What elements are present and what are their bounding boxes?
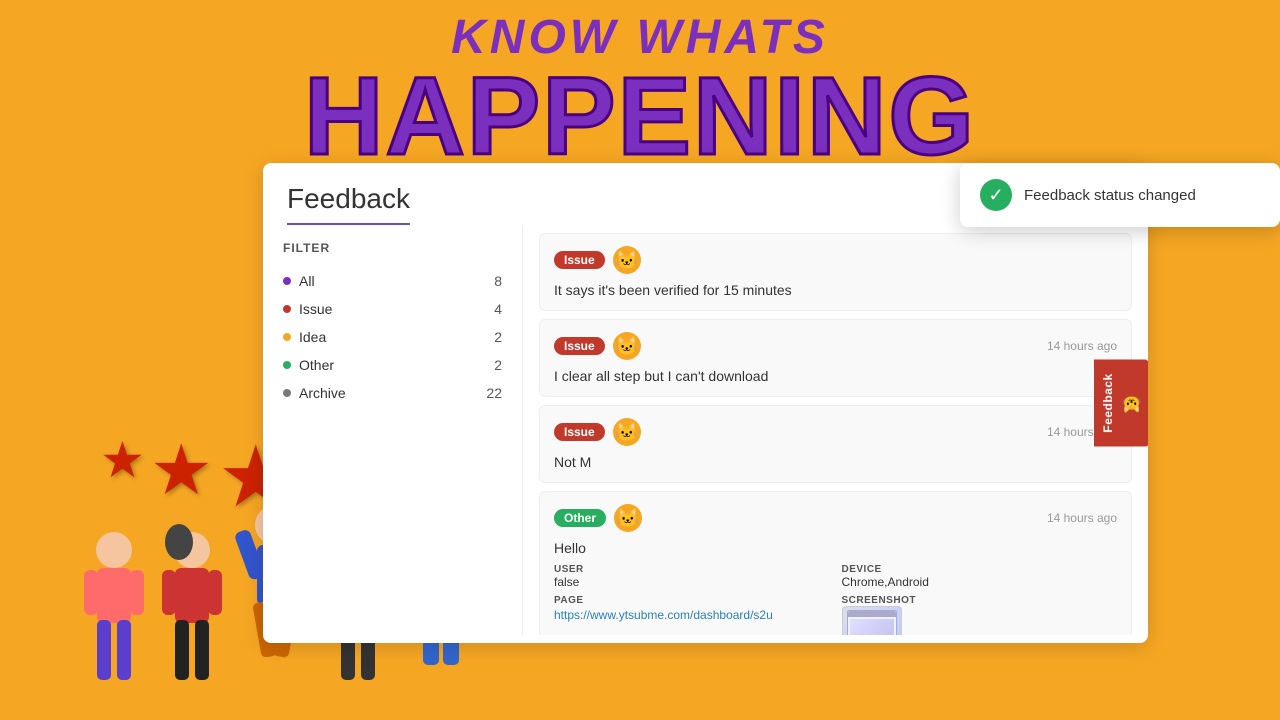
filter-name-archive: Archive bbox=[299, 385, 346, 401]
star-icon-2: ★ bbox=[150, 435, 213, 520]
filter-name-all: All bbox=[299, 273, 315, 289]
toast-notification: ✓ Feedback status changed bbox=[960, 163, 1280, 227]
toast-message: Feedback status changed bbox=[1024, 187, 1196, 204]
avatar-1: 🐱 bbox=[613, 246, 641, 274]
filter-count-archive: 22 bbox=[486, 385, 502, 401]
filter-count-all: 8 bbox=[494, 273, 502, 289]
card-meta-4: USER false DEVICE Chrome,Android PAGE ht… bbox=[554, 564, 1117, 635]
panel-title: Feedback bbox=[287, 183, 410, 219]
hero-line2: HAPPENING bbox=[0, 65, 1280, 170]
user-value: false bbox=[554, 575, 830, 589]
hero-banner: KNOW WHATS HAPPENING bbox=[0, 0, 1280, 170]
screenshot-thumb bbox=[842, 606, 902, 635]
filter-idea[interactable]: Idea 2 bbox=[283, 323, 502, 351]
person-2 bbox=[157, 520, 227, 720]
person-1 bbox=[79, 520, 149, 720]
card-time-2: 14 hours ago bbox=[1047, 339, 1117, 353]
filter-count-idea: 2 bbox=[494, 329, 502, 345]
card-body-2: I clear all step but I can't download bbox=[554, 368, 1117, 384]
filter-dot-archive bbox=[283, 389, 291, 397]
side-tab-icon: 🐱 bbox=[1123, 393, 1142, 413]
tag-other-4: Other bbox=[554, 509, 606, 527]
filter-count-other: 2 bbox=[494, 357, 502, 373]
filter-label: FILTER bbox=[283, 241, 502, 255]
feedback-panel: Feedback + FILTER All 8 Issue 4 bbox=[263, 163, 1148, 643]
avatar-2: 🐱 bbox=[613, 332, 641, 360]
star-icon-1: ★ bbox=[100, 435, 145, 520]
avatar-3: 🐱 bbox=[613, 418, 641, 446]
filter-name-issue: Issue bbox=[299, 301, 332, 317]
filter-dot-other bbox=[283, 361, 291, 369]
device-label: DEVICE bbox=[842, 564, 1118, 575]
page-link[interactable]: https://www.ytsubme.com/dashboard/s2u bbox=[554, 608, 773, 622]
filter-other[interactable]: Other 2 bbox=[283, 351, 502, 379]
filter-count-issue: 4 bbox=[494, 301, 502, 317]
filter-issue[interactable]: Issue 4 bbox=[283, 295, 502, 323]
feedback-card-1: Issue 🐱 It says it's been verified for 1… bbox=[539, 233, 1132, 311]
tag-issue-1: Issue bbox=[554, 251, 605, 269]
page-label: PAGE bbox=[554, 595, 830, 606]
feedback-card-4: Other 🐱 14 hours ago Hello USER false DE… bbox=[539, 491, 1132, 635]
toast-checkmark-icon: ✓ bbox=[980, 179, 1012, 211]
avatar-4: 🐱 bbox=[614, 504, 642, 532]
side-tab-label: Feedback bbox=[1101, 373, 1115, 432]
filter-archive[interactable]: Archive 22 bbox=[283, 379, 502, 407]
filter-name-idea: Idea bbox=[299, 329, 326, 345]
filter-dot-idea bbox=[283, 333, 291, 341]
filter-sidebar: FILTER All 8 Issue 4 Idea bbox=[263, 225, 523, 635]
card-time-4: 14 hours ago bbox=[1047, 511, 1117, 525]
tag-issue-3: Issue bbox=[554, 423, 605, 441]
card-body-3: Not M bbox=[554, 454, 1117, 470]
filter-all[interactable]: All 8 bbox=[283, 267, 502, 295]
user-label: USER bbox=[554, 564, 830, 575]
device-value: Chrome,Android bbox=[842, 575, 1118, 589]
filter-dot-issue bbox=[283, 305, 291, 313]
filter-dot-all bbox=[283, 277, 291, 285]
feedback-card-2: Issue 🐱 14 hours ago I clear all step bu… bbox=[539, 319, 1132, 397]
screenshot-label: SCREENSHOT bbox=[842, 595, 1118, 606]
card-body-4: Hello bbox=[554, 540, 1117, 556]
card-body-1: It says it's been verified for 15 minute… bbox=[554, 282, 1117, 298]
feedback-list: Issue 🐱 It says it's been verified for 1… bbox=[523, 225, 1148, 635]
filter-name-other: Other bbox=[299, 357, 334, 373]
tag-issue-2: Issue bbox=[554, 337, 605, 355]
side-feedback-tab[interactable]: Feedback 🐱 bbox=[1094, 359, 1148, 446]
feedback-card-3: Issue 🐱 14 hours ago Not M bbox=[539, 405, 1132, 483]
